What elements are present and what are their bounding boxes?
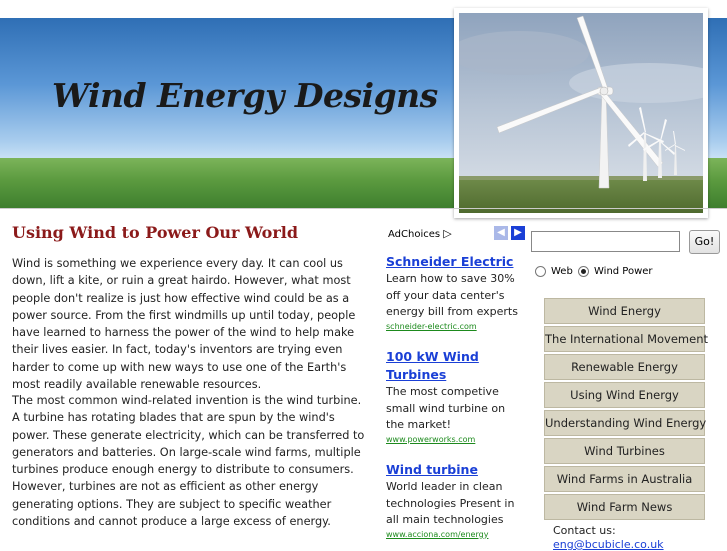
ad-title-link[interactable]: 100 kW Wind Turbines	[386, 348, 521, 384]
nav-item-using-wind-energy[interactable]: Using Wind Energy	[544, 382, 705, 408]
search-option-web[interactable]: Web	[535, 266, 573, 277]
ad-text: The most competive small wind turbine on…	[386, 385, 506, 431]
radio-wind-power-label: Wind Power	[594, 266, 653, 277]
ad-prev-button[interactable]: ◀	[494, 226, 508, 240]
nav-item-international-movement[interactable]: The International Movement	[544, 326, 708, 352]
header-divider	[0, 208, 727, 209]
wind-turbines-photo	[459, 13, 703, 213]
ad-text: World leader in clean technologies Prese…	[386, 480, 515, 526]
radio-web-label: Web	[551, 266, 573, 277]
ad-item: Schneider Electric Learn how to save 30%…	[386, 253, 521, 332]
ad-url-link[interactable]: www.acciona.com/energy	[386, 529, 521, 540]
nav-item-wind-turbines[interactable]: Wind Turbines	[544, 438, 705, 464]
adchoices-triangle-icon: ▷	[443, 227, 452, 240]
ad-next-button[interactable]: ▶	[511, 226, 525, 240]
turbine-paragraph: The most common wind-related invention i…	[12, 394, 365, 529]
radio-web[interactable]	[535, 266, 546, 277]
ad-url-link[interactable]: www.powerworks.com	[386, 434, 521, 445]
search-input[interactable]	[531, 231, 680, 252]
radio-wind-power[interactable]	[578, 266, 589, 277]
nav-item-wind-energy[interactable]: Wind Energy	[544, 298, 705, 324]
contact-label: Contact us:	[553, 524, 616, 537]
adchoices-link[interactable]: AdChoices ▷	[388, 227, 452, 240]
search-go-button[interactable]: Go!	[689, 230, 720, 254]
adchoices-label: AdChoices	[388, 229, 441, 240]
nav-item-wind-farm-news[interactable]: Wind Farm News	[544, 494, 705, 520]
search-option-wind-power[interactable]: Wind Power	[578, 266, 653, 277]
page-title: Using Wind to Power Our World	[12, 223, 299, 242]
ad-url-link[interactable]: schneider-electric.com	[386, 321, 521, 332]
nav-item-understanding-wind-energy[interactable]: Understanding Wind Energy	[544, 410, 706, 436]
ad-title-link[interactable]: Schneider Electric	[386, 253, 521, 271]
nav-item-wind-farms-australia[interactable]: Wind Farms in Australia	[544, 466, 705, 492]
nav-item-renewable-energy[interactable]: Renewable Energy	[544, 354, 705, 380]
ad-item: Wind turbine World leader in clean techn…	[386, 461, 521, 540]
intro-paragraph: Wind is something we experience every da…	[12, 257, 356, 392]
ad-text: Learn how to save 30% off your data cent…	[386, 272, 518, 318]
site-title[interactable]: Wind Energy Designs	[52, 76, 438, 115]
header-photo-frame	[454, 8, 708, 218]
ad-title-link[interactable]: Wind turbine	[386, 461, 521, 479]
ad-item: 100 kW Wind Turbines The most competive …	[386, 348, 521, 445]
